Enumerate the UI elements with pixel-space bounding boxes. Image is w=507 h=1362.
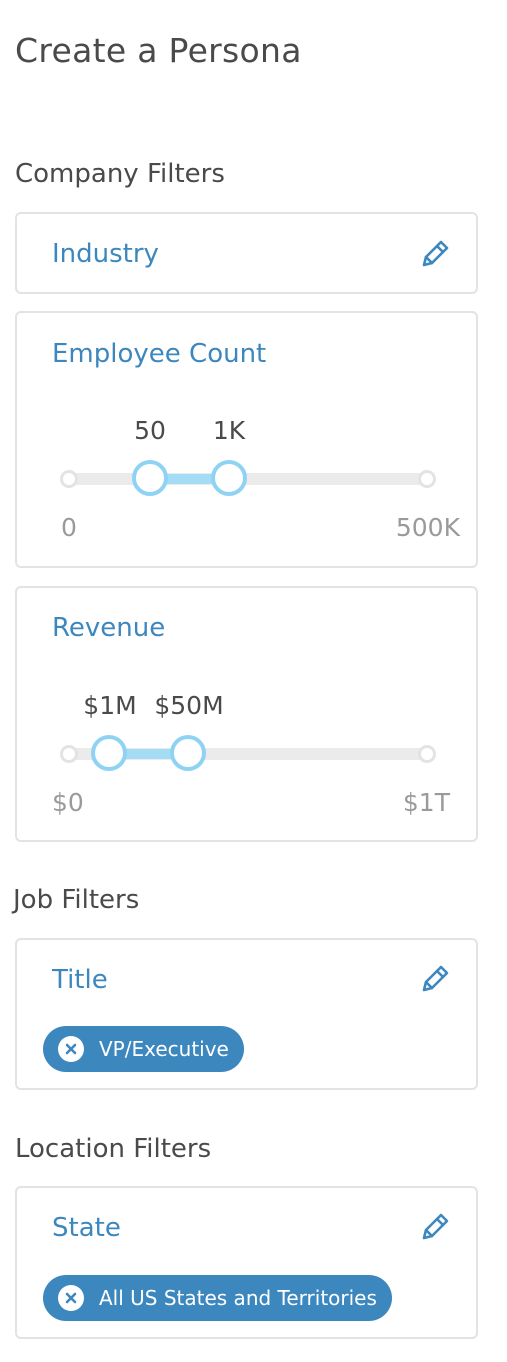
employee-count-filter-card: Employee Count 50 1K 0 500K	[15, 311, 478, 568]
slider-track[interactable]	[69, 473, 427, 485]
pencil-icon	[422, 1213, 449, 1240]
pencil-icon	[422, 240, 449, 267]
edit-state-button[interactable]	[418, 1210, 452, 1244]
slider-max-value: 1K	[212, 416, 246, 445]
pencil-icon	[422, 965, 449, 992]
edit-industry-button[interactable]	[418, 237, 452, 271]
industry-filter-card[interactable]: Industry	[15, 212, 478, 294]
company-filters-heading: Company Filters	[15, 159, 225, 189]
job-filters-heading: Job Filters	[13, 885, 140, 915]
employee-count-slider[interactable]: 50 1K 0 500K	[17, 313, 476, 566]
edit-title-button[interactable]	[418, 962, 452, 996]
slider-min-handle[interactable]	[132, 460, 168, 496]
remove-chip-button[interactable]	[58, 1036, 84, 1062]
title-filter-label: Title	[52, 965, 108, 995]
remove-chip-button[interactable]	[58, 1285, 84, 1311]
chip-label: VP/Executive	[99, 1037, 229, 1061]
slider-max-handle[interactable]	[211, 460, 247, 496]
slider-max-value: $50M	[154, 691, 224, 720]
page-title: Create a Persona	[15, 31, 302, 70]
title-filter-card[interactable]: Title VP/Executive	[15, 938, 478, 1090]
slider-scale-max: 500K	[395, 513, 460, 542]
slider-min-handle[interactable]	[91, 735, 127, 771]
state-filter-card[interactable]: State All US States and Territories	[15, 1186, 478, 1339]
slider-min-value: 50	[134, 416, 166, 445]
slider-track-end	[418, 470, 436, 488]
revenue-slider[interactable]: $1M $50M $0 $1T	[17, 588, 476, 840]
state-filter-label: State	[52, 1213, 121, 1243]
slider-scale-min: 0	[61, 513, 77, 542]
location-filters-heading: Location Filters	[15, 1134, 212, 1164]
industry-label: Industry	[52, 239, 159, 269]
slider-track-start	[60, 745, 78, 763]
slider-track-end	[418, 745, 436, 763]
slider-min-value: $1M	[83, 691, 137, 720]
slider-max-handle[interactable]	[170, 735, 206, 771]
slider-scale-min: $0	[52, 788, 84, 817]
slider-scale-max: $1T	[402, 788, 450, 817]
slider-track-start	[60, 470, 78, 488]
filter-chip: All US States and Territories	[43, 1275, 392, 1321]
revenue-filter-card: Revenue $1M $50M $0 $1T	[15, 586, 478, 842]
chip-label: All US States and Territories	[99, 1286, 377, 1310]
close-icon	[65, 1043, 77, 1055]
filter-chip: VP/Executive	[43, 1026, 244, 1072]
close-icon	[65, 1292, 77, 1304]
